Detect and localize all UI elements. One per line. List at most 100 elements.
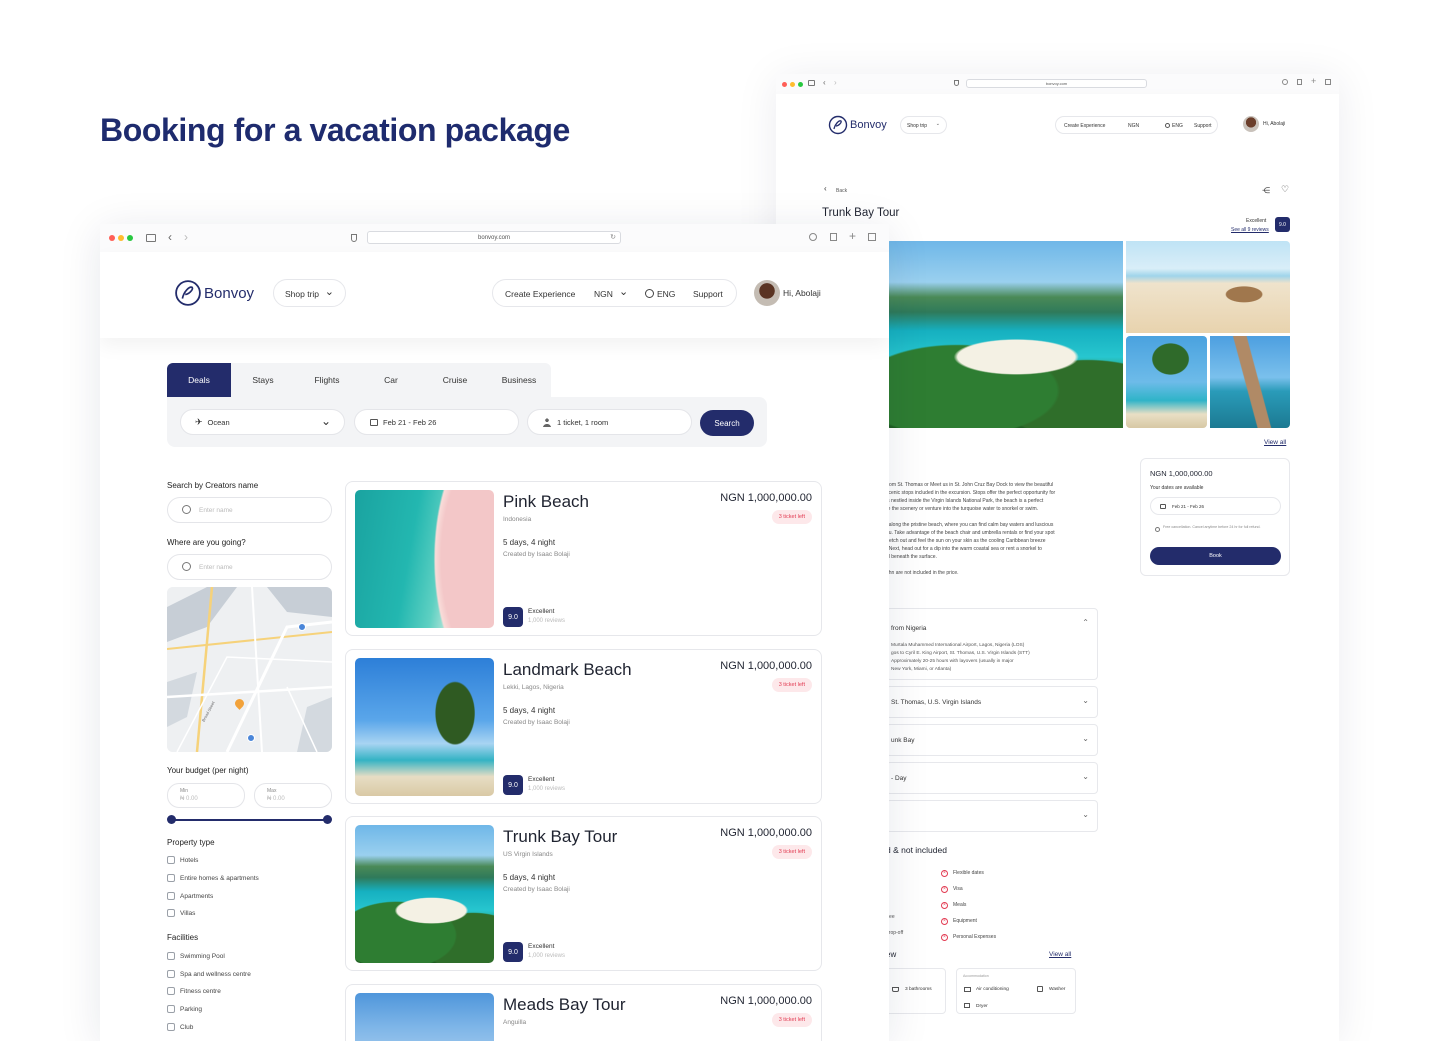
heart-icon[interactable]: ♡ [1281, 184, 1289, 195]
new-tab-icon[interactable]: + [849, 229, 856, 243]
destination-select[interactable]: ✈ Ocean ⌄ [180, 409, 345, 435]
close-window-dot[interactable] [109, 235, 115, 241]
checkbox[interactable] [167, 909, 175, 917]
chevron-up-icon[interactable]: ⌃ [1082, 618, 1089, 627]
back-nav-icon[interactable]: ‹ [168, 230, 172, 244]
itinerary-item[interactable]: - Day ⌄ [886, 762, 1098, 794]
checkbox[interactable] [167, 952, 175, 960]
book-button[interactable]: Book [1150, 547, 1281, 565]
user-menu[interactable]: Hi, Abolaji [754, 280, 821, 306]
minimize-window-dot[interactable] [790, 82, 795, 87]
budget-slider-track[interactable] [171, 819, 328, 821]
brand-logo[interactable]: Bonvoy [828, 115, 887, 135]
result-photo[interactable] [355, 658, 494, 796]
property-type-option[interactable]: Hotels [167, 856, 198, 864]
forward-nav-icon[interactable]: › [184, 230, 188, 244]
support-link[interactable]: Support [1194, 123, 1212, 129]
sidebar-toggle-icon[interactable] [146, 234, 156, 242]
maximize-window-dot[interactable] [127, 235, 133, 241]
property-type-option[interactable]: Apartments [167, 892, 213, 900]
address-bar[interactable]: bonvoy.com ↻ [367, 231, 621, 244]
itinerary-item-expanded[interactable]: from Nigeria ⌃ Murtala Muhammed Internat… [886, 608, 1098, 680]
tab-stays[interactable]: Stays [231, 363, 295, 397]
tab-car[interactable]: Car [359, 363, 423, 397]
user-menu[interactable]: Hi, Abolaji [1243, 116, 1285, 132]
result-title[interactable]: Trunk Bay Tour [503, 827, 617, 847]
creator-search-input[interactable]: Enter name [167, 497, 332, 523]
map-marker-icon[interactable] [247, 734, 255, 742]
gallery-main-photo[interactable] [886, 241, 1123, 428]
back-arrow-icon[interactable]: ‹ [824, 184, 827, 193]
tab-cruise[interactable]: Cruise [423, 363, 487, 397]
gallery-view-all-link[interactable]: View all [1264, 439, 1286, 446]
result-card[interactable]: Pink Beach Indonesia 5 days, 4 night Cre… [345, 481, 822, 636]
back-nav-icon[interactable]: ‹ [823, 78, 826, 87]
result-card[interactable]: Meads Bay Tour Anguilla NGN 1,000,000.00… [345, 984, 822, 1041]
create-experience-link[interactable]: Create Experience [1064, 123, 1105, 129]
download-icon[interactable] [1282, 79, 1288, 85]
checkbox[interactable] [167, 1023, 175, 1031]
result-title[interactable]: Meads Bay Tour [503, 995, 626, 1015]
overview-view-all-link[interactable]: View all [1049, 951, 1071, 958]
budget-slider-max-handle[interactable] [323, 815, 332, 824]
budget-min-input[interactable]: Min ₦ 0.00 [167, 783, 245, 808]
currency-dropdown[interactable]: NGN [594, 289, 613, 299]
create-experience-link[interactable]: Create Experience [505, 289, 575, 299]
close-window-dot[interactable] [782, 82, 787, 87]
minimize-window-dot[interactable] [118, 235, 124, 241]
checkbox[interactable] [167, 1005, 175, 1013]
result-card[interactable]: Landmark Beach Lekki, Lagos, Nigeria 5 d… [345, 649, 822, 804]
shop-trip-dropdown[interactable]: Shop trip ⌄ [900, 116, 947, 134]
facility-option[interactable]: Fitness centre [167, 987, 221, 995]
new-tab-icon[interactable]: + [1311, 76, 1316, 86]
tabs-overview-icon[interactable] [868, 233, 876, 241]
share-icon[interactable] [1297, 79, 1302, 85]
currency-dropdown[interactable]: NGN [1128, 123, 1139, 129]
result-photo[interactable] [355, 825, 494, 963]
map-view[interactable]: Broad Street [167, 587, 332, 752]
checkbox[interactable] [167, 970, 175, 978]
result-photo[interactable] [355, 490, 494, 628]
checkbox[interactable] [167, 892, 175, 900]
property-type-option[interactable]: Villas [167, 909, 195, 917]
reload-icon[interactable]: ↻ [610, 232, 616, 244]
facility-option[interactable]: Club [167, 1023, 193, 1031]
sidebar-toggle-icon[interactable] [808, 80, 815, 86]
share-icon[interactable] [830, 233, 837, 241]
date-range-field[interactable]: Feb 21 - Feb 26 [354, 409, 519, 435]
gallery-photo-beach-chair[interactable] [1126, 241, 1290, 333]
search-button[interactable]: Search [700, 410, 754, 436]
download-icon[interactable] [809, 233, 817, 241]
result-photo[interactable] [355, 993, 494, 1041]
result-title[interactable]: Landmark Beach [503, 660, 632, 680]
language-dropdown[interactable]: ENG [1172, 123, 1183, 129]
language-dropdown[interactable]: ENG [657, 289, 675, 299]
gallery-photo-pier[interactable] [1210, 336, 1290, 428]
booking-dates-field[interactable]: Feb 21 - Feb 26 [1150, 497, 1281, 515]
brand-logo[interactable]: Bonvoy [174, 279, 254, 307]
tab-business[interactable]: Business [487, 363, 551, 397]
guests-field[interactable]: 1 ticket, 1 room [527, 409, 692, 435]
forward-nav-icon[interactable]: › [834, 78, 837, 87]
facility-option[interactable]: Swimming Pool [167, 952, 225, 960]
result-card[interactable]: Trunk Bay Tour US Virgin Islands 5 days,… [345, 816, 822, 971]
itinerary-item[interactable]: St. Thomas, U.S. Virgin Islands ⌄ [886, 686, 1098, 718]
back-link[interactable]: Back [836, 188, 847, 194]
tab-deals[interactable]: Deals [167, 363, 231, 397]
checkbox[interactable] [167, 987, 175, 995]
map-marker-icon[interactable] [298, 623, 306, 631]
facility-option[interactable]: Parking [167, 1005, 202, 1013]
see-reviews-link[interactable]: See all 9 reviews [1231, 227, 1269, 233]
address-bar[interactable]: bonvoy.com [966, 79, 1147, 88]
budget-slider-min-handle[interactable] [167, 815, 176, 824]
itinerary-item[interactable]: ⌄ [886, 800, 1098, 832]
checkbox[interactable] [167, 874, 175, 882]
result-title[interactable]: Pink Beach [503, 492, 589, 512]
checkbox[interactable] [167, 856, 175, 864]
property-type-option[interactable]: Entire homes & apartments [167, 874, 259, 882]
destination-search-input[interactable]: Enter name [167, 554, 332, 580]
itinerary-item[interactable]: unk Bay ⌄ [886, 724, 1098, 756]
gallery-photo-palm[interactable] [1126, 336, 1207, 428]
facility-option[interactable]: Spa and wellness centre [167, 970, 251, 978]
maximize-window-dot[interactable] [798, 82, 803, 87]
